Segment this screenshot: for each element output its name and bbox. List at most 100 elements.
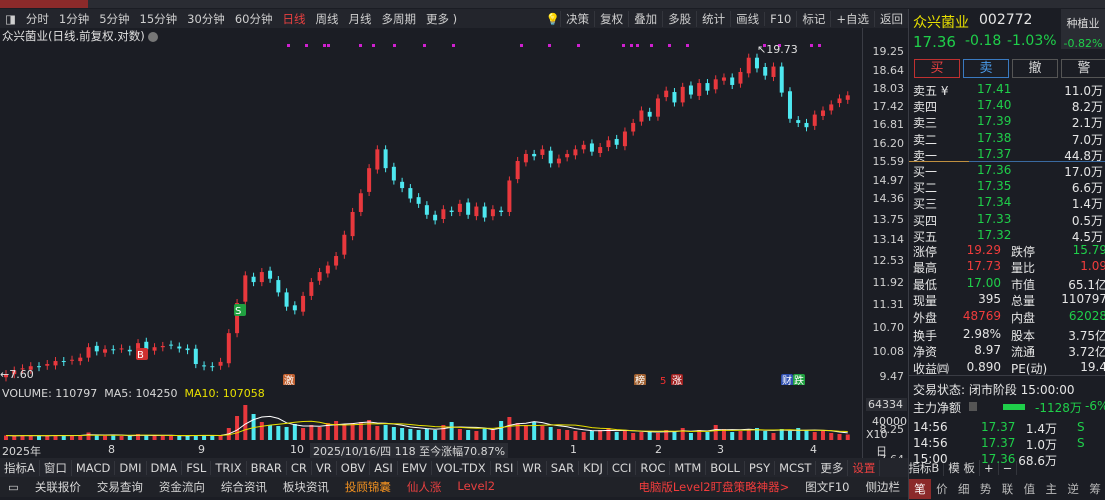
event-marker: 财 xyxy=(782,374,792,385)
indicator-tab[interactable]: 指标A xyxy=(0,459,40,476)
period-tab[interactable]: 30分钟 xyxy=(182,11,230,27)
order-book-row[interactable]: 卖二 17.38 7.0万 xyxy=(913,131,1105,147)
period-tab[interactable]: 60分钟 xyxy=(230,11,278,27)
tool-button[interactable]: 标记 xyxy=(796,10,830,27)
indicator-tab[interactable]: WR xyxy=(518,460,547,475)
indicator-tab[interactable]: ROC xyxy=(636,460,671,475)
order-book-row[interactable]: 买五 17.32 4.5万 xyxy=(913,228,1105,244)
period-tab[interactable]: 更多 ) xyxy=(421,11,462,27)
candle xyxy=(713,75,718,94)
period-tab[interactable]: 1分钟 xyxy=(54,11,94,27)
candle xyxy=(383,145,388,173)
indicator-tab[interactable]: TRIX xyxy=(211,460,247,475)
bottom-tab[interactable]: 综合资讯 xyxy=(213,479,275,495)
candle xyxy=(655,94,660,121)
bottom-tab[interactable]: 资金流向 xyxy=(151,479,213,495)
candle xyxy=(70,355,75,365)
period-tab[interactable]: 15分钟 xyxy=(135,11,183,27)
indicator-tab[interactable]: BRAR xyxy=(247,460,287,475)
indicator-tab[interactable]: DMI xyxy=(115,460,147,475)
detail-tab[interactable]: 笔 xyxy=(909,479,931,499)
detail-tab[interactable]: 值 xyxy=(1018,479,1040,499)
detail-tab[interactable]: 联 xyxy=(997,479,1019,499)
sidebar-button[interactable]: 侧边栏 xyxy=(858,479,909,495)
indicator-tab[interactable]: VR xyxy=(312,460,337,475)
indicator-tab[interactable]: MTM xyxy=(670,460,707,475)
indicator-tab[interactable]: 更多 xyxy=(816,459,849,476)
tool-button[interactable]: 叠加 xyxy=(628,10,662,27)
candle xyxy=(416,193,421,208)
indicator-tab[interactable]: VOL-TDX xyxy=(432,460,491,475)
order-book-row[interactable]: 卖四 17.40 8.2万 xyxy=(913,98,1105,114)
order-book-row[interactable]: 买二 17.35 6.6万 xyxy=(913,179,1105,195)
price-tick: 16.20 xyxy=(872,137,905,150)
period-tab[interactable]: 多周期 xyxy=(376,11,421,27)
period-tab[interactable]: 月线 xyxy=(343,11,376,27)
indicator-tab[interactable]: 窗口 xyxy=(40,459,72,476)
indicator-tab[interactable]: CR xyxy=(287,460,312,475)
alert-button[interactable]: 警 xyxy=(1061,59,1105,78)
detail-tab[interactable]: 细 xyxy=(953,479,975,499)
detail-tab[interactable]: 主 xyxy=(1040,479,1062,499)
bottom-tab[interactable]: 板块资讯 xyxy=(275,479,337,495)
detail-tab[interactable]: 价 xyxy=(931,479,953,499)
volume-bar xyxy=(779,429,784,440)
high-label: ↖19.73 xyxy=(757,43,798,56)
tool-button[interactable]: F10 xyxy=(764,11,796,26)
tool-button[interactable]: 画线 xyxy=(730,10,764,27)
bottom-tab[interactable]: 交易查询 xyxy=(89,479,151,495)
period-tab[interactable]: 周线 xyxy=(310,11,343,27)
indicator-tab[interactable]: PSY xyxy=(745,460,776,475)
volume-chart[interactable] xyxy=(0,398,862,442)
order-book-row[interactable]: 卖三 17.39 2.1万 xyxy=(913,114,1105,130)
indicator-tab[interactable]: 设置 xyxy=(848,459,881,476)
buy-button[interactable]: 买 xyxy=(914,59,960,78)
bottom-tab[interactable]: Level2 xyxy=(449,479,503,495)
volume-bar xyxy=(259,422,264,440)
indicator-tab[interactable]: KDJ xyxy=(579,460,608,475)
detail-tab[interactable]: 筹 xyxy=(1084,479,1105,499)
tool-button[interactable]: 多股 xyxy=(662,10,696,27)
price-tick: 13.14 xyxy=(872,233,905,246)
order-book-row[interactable]: 买四 17.33 0.5万 xyxy=(913,212,1105,228)
panel-toggle-icon[interactable]: ◨ xyxy=(0,12,21,26)
tool-button[interactable]: 决策 xyxy=(560,10,594,27)
indicator-tab[interactable]: CCI xyxy=(608,460,637,475)
order-book-row[interactable]: 买三 17.34 1.4万 xyxy=(913,195,1105,211)
price-chart[interactable]: ↖19.73 ←7.60 B S 激 榜 5 涨 财跌 xyxy=(0,40,862,385)
detail-tab[interactable]: 势 xyxy=(975,479,997,499)
promo-link[interactable]: 电脑版Level2盯盘策略神器> xyxy=(630,479,797,495)
indicator-tab[interactable]: SAR xyxy=(547,460,580,475)
candle xyxy=(507,176,512,217)
indicator-tab[interactable]: FSL xyxy=(182,460,212,475)
flow-icon[interactable] xyxy=(969,402,977,411)
cancel-button[interactable]: 撤 xyxy=(1012,59,1058,78)
order-book-row[interactable]: 卖五 ¥17.41 11.0万 xyxy=(913,82,1105,98)
candle xyxy=(78,353,83,366)
collapse-icon[interactable]: ▭ xyxy=(0,480,27,494)
indicator-tab[interactable]: ASI xyxy=(370,460,398,475)
candle xyxy=(490,205,495,221)
indicator-tab[interactable]: DMA xyxy=(147,460,183,475)
tool-button[interactable]: 统计 xyxy=(696,10,730,27)
tool-button[interactable]: 复权 xyxy=(594,10,628,27)
indicator-tab[interactable]: MACD xyxy=(72,460,116,475)
f10-button[interactable]: 图文F10 xyxy=(797,479,857,495)
period-tab[interactable]: 5分钟 xyxy=(94,11,134,27)
volume-axis: 64334 40000 X10 xyxy=(866,398,907,441)
bottom-tab[interactable]: 仙人涨 xyxy=(399,479,450,495)
indicator-tab[interactable]: MCST xyxy=(775,460,817,475)
period-tab[interactable]: 日线 xyxy=(277,11,310,27)
tool-button[interactable]: 返回 xyxy=(874,10,908,27)
order-book-row[interactable]: 买一 17.36 17.0万 xyxy=(913,163,1105,179)
indicator-tab[interactable]: RSI xyxy=(491,460,519,475)
indicator-tab[interactable]: EMV xyxy=(398,460,432,475)
indicator-tab[interactable]: BOLL xyxy=(706,460,745,475)
bottom-tab[interactable]: 关联报价 xyxy=(27,479,89,495)
detail-tab[interactable]: 逆 xyxy=(1062,479,1084,499)
indicator-tab[interactable]: OBV xyxy=(337,460,371,475)
bottom-tab[interactable]: 投顾锦囊 xyxy=(337,479,399,495)
tool-button[interactable]: +自选 xyxy=(830,10,874,27)
sell-button[interactable]: 卖 xyxy=(963,59,1009,78)
period-tab[interactable]: 分时 xyxy=(21,11,54,27)
